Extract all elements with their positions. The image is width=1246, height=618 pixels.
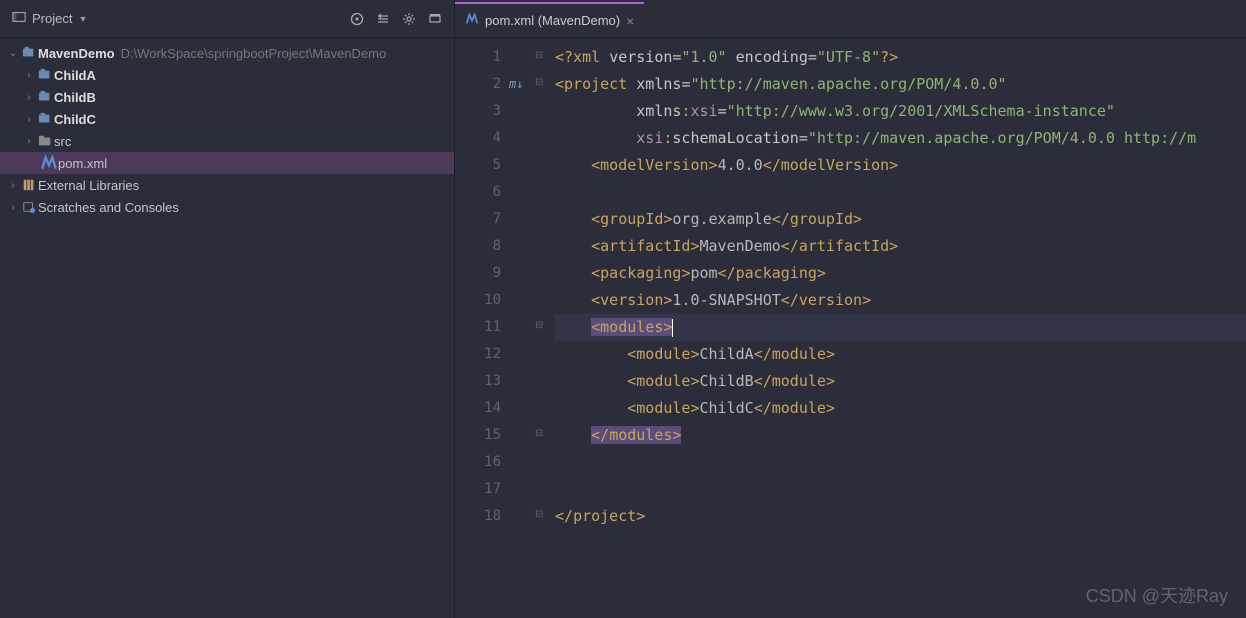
code-editor[interactable]: 123456789101112131415161718 m↓ ⊟ ⊟ ⊟ ⊟ ⊟… bbox=[455, 38, 1246, 618]
editor-pane: pom.xml (MavenDemo) × 123456789101112131… bbox=[455, 0, 1246, 618]
scratch-icon bbox=[20, 200, 38, 214]
chevron-down-icon: ⌄ bbox=[6, 48, 20, 59]
project-header: Project ▼ bbox=[0, 0, 454, 38]
code-content[interactable]: <?xml version="1.0" encoding="UTF-8"?><p… bbox=[551, 38, 1246, 618]
module-icon bbox=[36, 112, 54, 126]
watermark: CSDN @天迹Ray bbox=[1086, 582, 1228, 608]
hide-icon[interactable] bbox=[422, 6, 448, 32]
tree-item-childC[interactable]: › ChildC bbox=[0, 108, 454, 130]
project-view-label: Project bbox=[32, 11, 72, 26]
project-tool-window: Project ▼ ⌄ MavenDemo D:\WorkSpace\sprin… bbox=[0, 0, 455, 618]
select-opened-file-icon[interactable] bbox=[344, 6, 370, 32]
project-name: MavenDemo bbox=[38, 46, 115, 61]
tree-root[interactable]: ⌄ MavenDemo D:\WorkSpace\springbootProje… bbox=[0, 42, 454, 64]
maven-icon bbox=[40, 154, 58, 172]
editor-tabs: pom.xml (MavenDemo) × bbox=[455, 0, 1246, 38]
chevron-right-icon: › bbox=[22, 70, 36, 81]
project-path: D:\WorkSpace\springbootProject\MavenDemo bbox=[121, 46, 387, 61]
project-view-selector[interactable]: Project ▼ bbox=[6, 8, 93, 29]
tree-item-scratches[interactable]: › Scratches and Consoles bbox=[0, 196, 454, 218]
module-icon bbox=[20, 46, 38, 60]
tab-label: pom.xml (MavenDemo) bbox=[485, 13, 620, 28]
maven-reimport-icon[interactable]: m↓ bbox=[509, 71, 523, 98]
tree-item-pom[interactable]: pom.xml bbox=[0, 152, 454, 174]
chevron-down-icon: ▼ bbox=[78, 14, 87, 24]
chevron-right-icon: › bbox=[22, 136, 36, 147]
chevron-right-icon: › bbox=[22, 92, 36, 103]
close-icon[interactable]: × bbox=[626, 13, 634, 29]
tree-item-external-libs[interactable]: › External Libraries bbox=[0, 174, 454, 196]
line-gutter: 123456789101112131415161718 bbox=[455, 38, 509, 618]
fold-column: ⊟ ⊟ ⊟ ⊟ ⊟ bbox=[533, 38, 551, 618]
module-icon bbox=[36, 90, 54, 104]
gutter-marks: m↓ bbox=[509, 38, 533, 618]
folder-icon bbox=[36, 134, 54, 148]
chevron-right-icon: › bbox=[22, 114, 36, 125]
project-icon bbox=[12, 10, 26, 27]
library-icon bbox=[20, 178, 38, 192]
chevron-right-icon: › bbox=[6, 180, 20, 191]
module-icon bbox=[36, 68, 54, 82]
maven-icon bbox=[465, 12, 479, 29]
chevron-right-icon: › bbox=[6, 202, 20, 213]
tree-item-childB[interactable]: › ChildB bbox=[0, 86, 454, 108]
project-tree[interactable]: ⌄ MavenDemo D:\WorkSpace\springbootProje… bbox=[0, 38, 454, 222]
tree-item-childA[interactable]: › ChildA bbox=[0, 64, 454, 86]
expand-collapse-icon[interactable] bbox=[370, 6, 396, 32]
gear-icon[interactable] bbox=[396, 6, 422, 32]
tree-item-src[interactable]: › src bbox=[0, 130, 454, 152]
tab-pom[interactable]: pom.xml (MavenDemo) × bbox=[455, 2, 644, 37]
